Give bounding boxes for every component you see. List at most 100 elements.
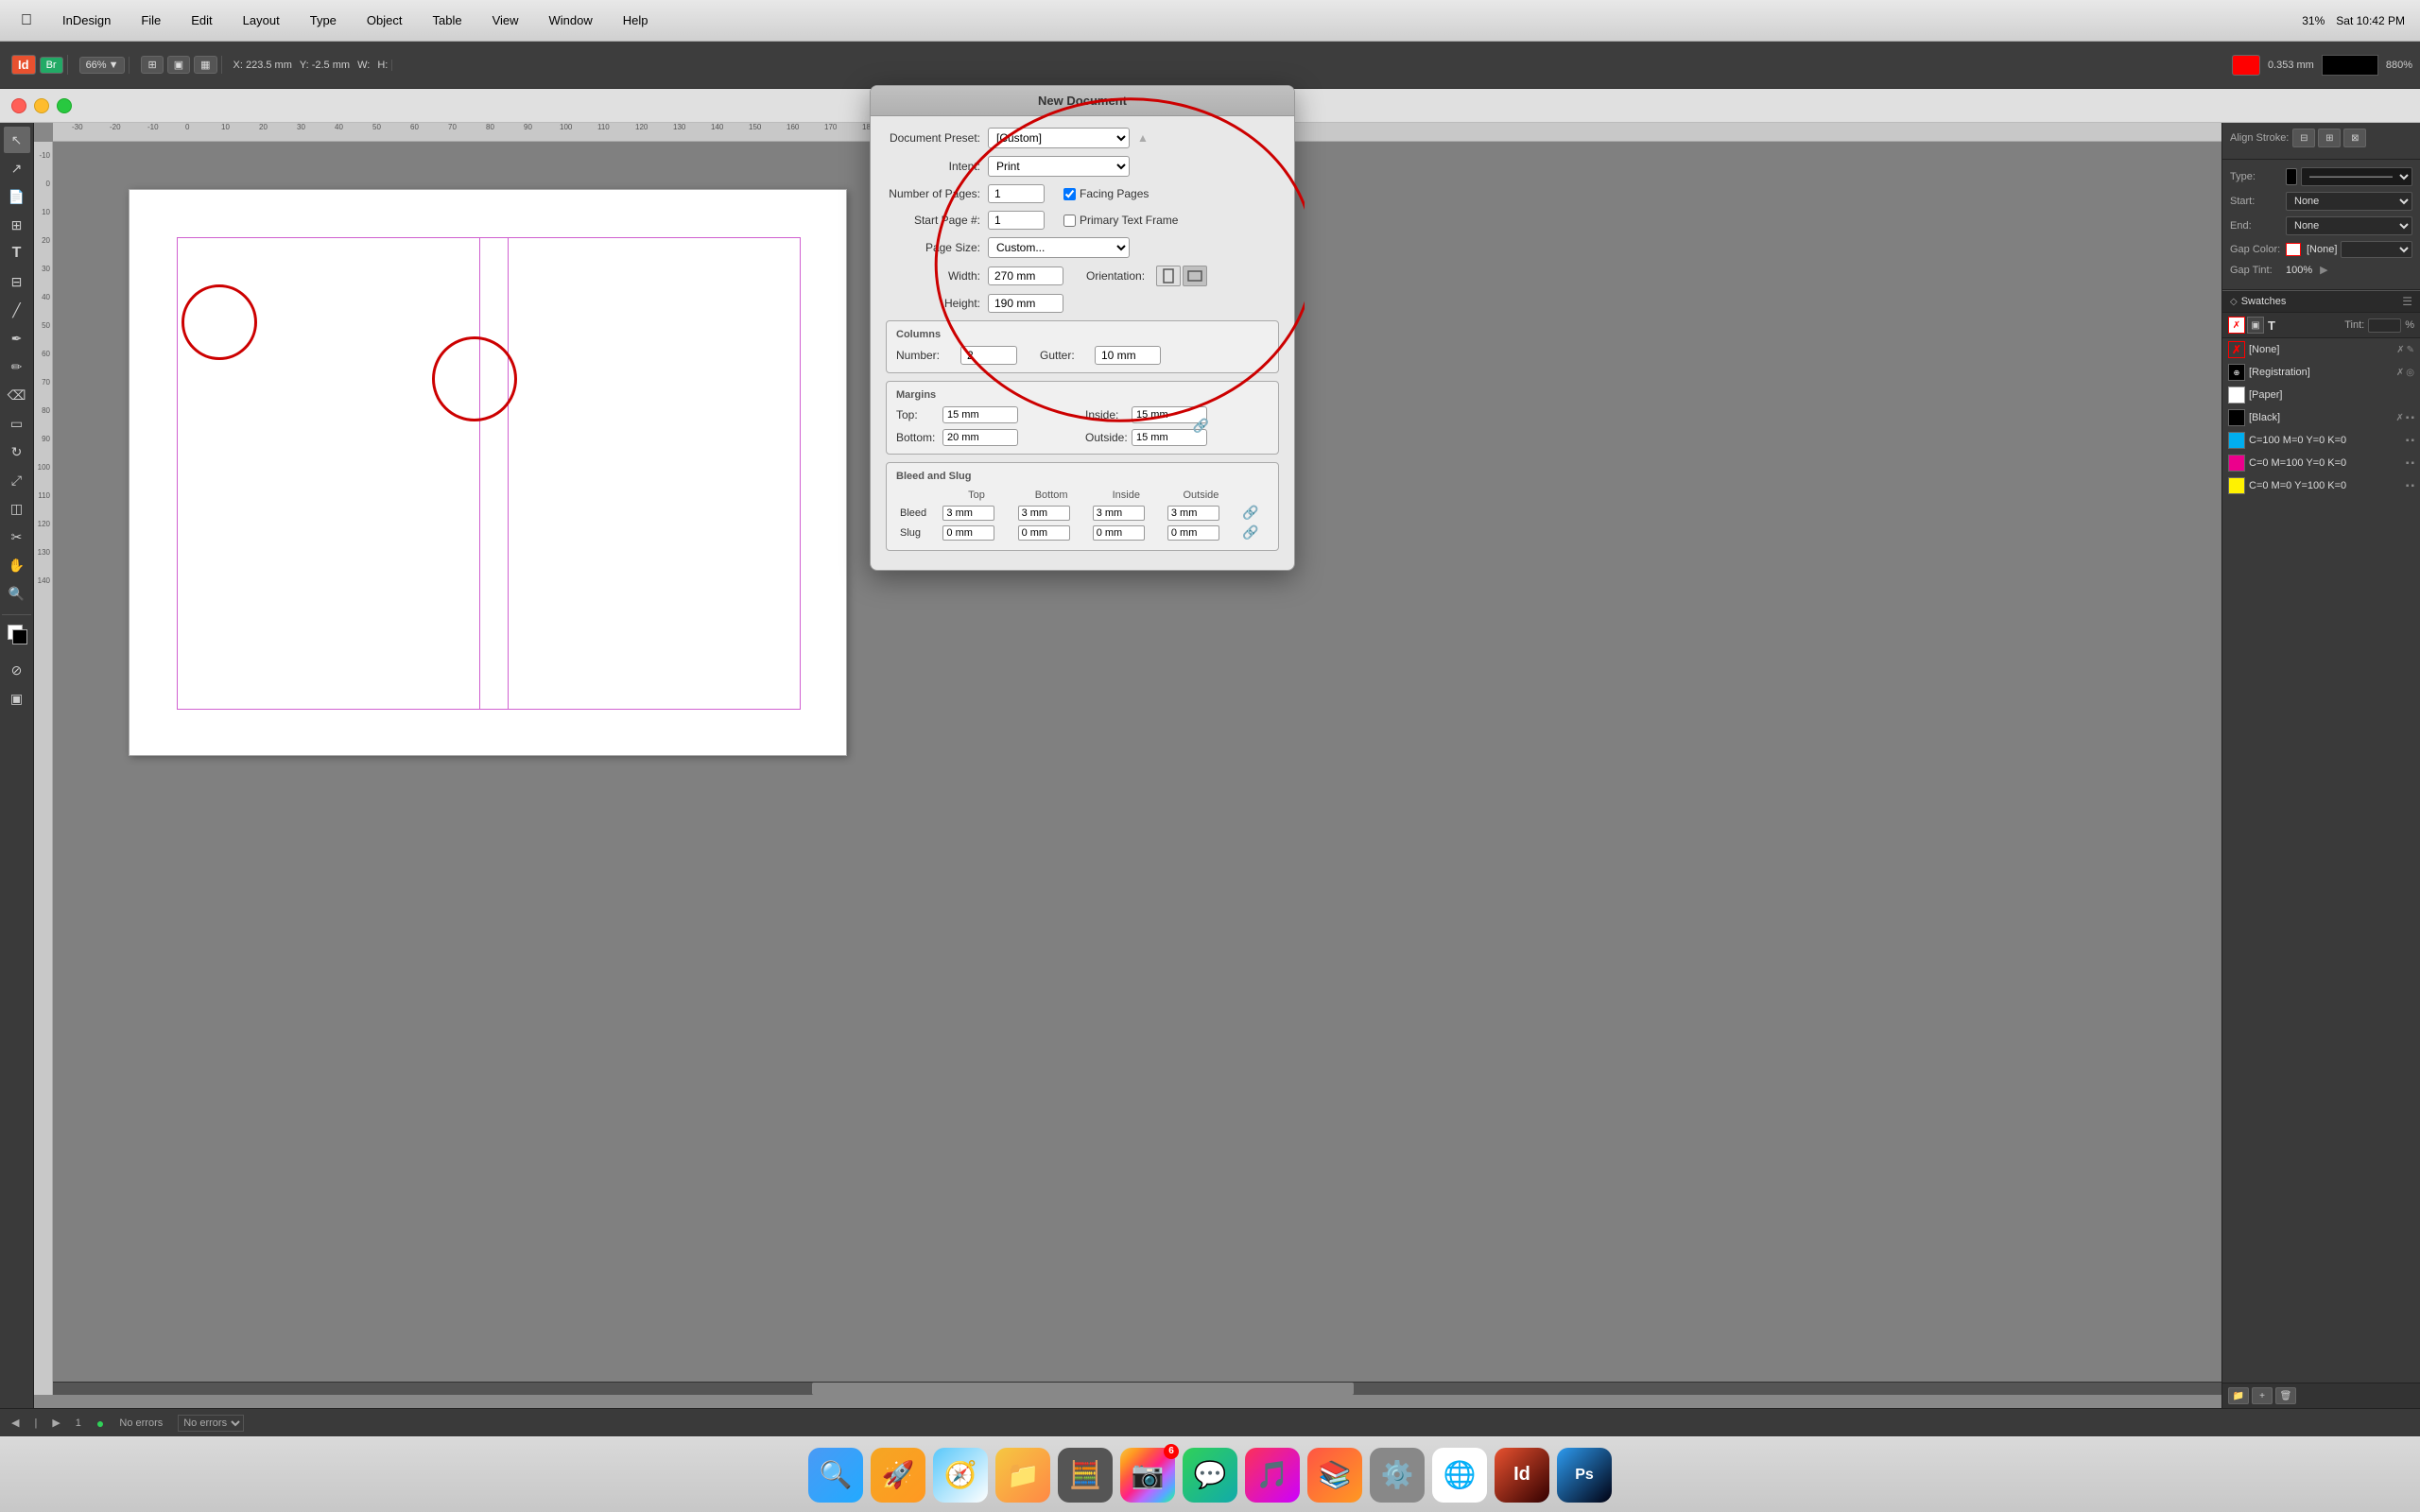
menu-table[interactable]: Table <box>426 11 467 29</box>
num-pages-input[interactable] <box>988 184 1045 203</box>
height-input[interactable] <box>988 294 1063 313</box>
dock-system-prefs[interactable]: ⚙️ <box>1370 1448 1425 1503</box>
dock-safari[interactable]: 🧭 <box>933 1448 988 1503</box>
swatch-item-registration[interactable]: ⊕ [Registration] ✗ ◎ <box>2222 361 2420 384</box>
tool-zoom[interactable]: 🔍 <box>4 580 30 607</box>
margins-link-icon[interactable]: 🔗 <box>1193 418 1209 434</box>
page-size-select[interactable]: Custom... <box>988 237 1130 258</box>
menu-edit[interactable]: Edit <box>185 11 217 29</box>
gap-color-select[interactable] <box>2341 241 2412 258</box>
slug-inside-input[interactable] <box>1093 525 1145 541</box>
tool-line[interactable]: ╱ <box>4 297 30 323</box>
tool-table[interactable]: ⊟ <box>4 268 30 295</box>
landscape-btn[interactable] <box>1183 266 1207 286</box>
bleed-bottom-input[interactable] <box>1018 506 1070 521</box>
swatch-item-none[interactable]: ✗ [None] ✗ ✎ <box>2222 338 2420 361</box>
indesign-icon[interactable]: Id <box>11 55 36 75</box>
h-scrollbar[interactable] <box>53 1382 2221 1395</box>
menu-object[interactable]: Object <box>361 11 408 29</box>
bleed-link-icon[interactable]: 🔗 <box>1242 505 1258 520</box>
align-center-btn[interactable]: ⊞ <box>2318 129 2341 147</box>
swatch-item-cyan[interactable]: C=100 M=0 Y=0 K=0 ▪ ▪ <box>2222 429 2420 452</box>
menu-indesign[interactable]: InDesign <box>57 11 116 29</box>
tool-hand[interactable]: ✋ <box>4 552 30 578</box>
columns-gutter-input[interactable] <box>1095 346 1161 365</box>
new-color-group-btn[interactable]: 📁 <box>2228 1387 2249 1404</box>
swatch-item-magenta[interactable]: C=0 M=100 Y=0 K=0 ▪ ▪ <box>2222 452 2420 474</box>
stroke-type-select[interactable]: ———————— <box>2301 167 2412 186</box>
slug-outside-input[interactable] <box>1167 525 1219 541</box>
slug-top-input[interactable] <box>942 525 994 541</box>
dock-messages[interactable]: 💬 <box>1183 1448 1237 1503</box>
tool-fill-stroke[interactable] <box>4 621 30 647</box>
dock-photoshop[interactable]: Ps <box>1557 1448 1612 1503</box>
page-nav-back[interactable]: ◀ <box>11 1417 19 1429</box>
menu-window[interactable]: Window <box>544 11 598 29</box>
tool-preview[interactable]: ▣ <box>4 685 30 712</box>
swatch-item-black[interactable]: [Black] ✗ ▪ ▪ <box>2222 406 2420 429</box>
gap-tint-arrow[interactable]: ▶ <box>2320 264 2327 276</box>
preset-select[interactable]: [Custom] <box>988 128 1130 148</box>
intent-select[interactable]: Print <box>988 156 1130 177</box>
tool-none[interactable]: ⊘ <box>4 657 30 683</box>
dock-files[interactable]: 📁 <box>995 1448 1050 1503</box>
view-mode-btn[interactable]: ⊞ <box>141 56 163 74</box>
view-mode-btn2[interactable]: ▣ <box>167 56 190 74</box>
start-page-input[interactable] <box>988 211 1045 230</box>
bleed-inside-input[interactable] <box>1093 506 1145 521</box>
swatch-fill-btn[interactable]: ✗ <box>2228 317 2245 334</box>
dock-books[interactable]: 📚 <box>1307 1448 1362 1503</box>
menu-file[interactable]: File <box>135 11 166 29</box>
menu-type[interactable]: Type <box>304 11 342 29</box>
columns-number-input[interactable] <box>960 346 1017 365</box>
dock-chrome[interactable]: 🌐 <box>1432 1448 1487 1503</box>
new-swatch-btn[interactable]: + <box>2252 1387 2273 1404</box>
margin-bottom-input[interactable] <box>942 429 1018 446</box>
maximize-button[interactable] <box>57 98 72 113</box>
tool-rotate[interactable]: ↻ <box>4 438 30 465</box>
align-outside-btn[interactable]: ⊠ <box>2343 129 2366 147</box>
primary-text-checkbox[interactable] <box>1063 215 1076 227</box>
zoom-selector[interactable]: 66% ▼ <box>79 57 126 74</box>
swatches-collapse-icon[interactable]: ◇ <box>2230 297 2238 307</box>
tool-select[interactable]: ↖ <box>4 127 30 153</box>
swatch-item-paper[interactable]: [Paper] <box>2222 384 2420 406</box>
facing-pages-checkbox[interactable] <box>1063 188 1076 200</box>
dock-launchpad[interactable]: 🚀 <box>871 1448 925 1503</box>
tool-scale[interactable]: ⤢ <box>4 467 30 493</box>
dock-itunes[interactable]: 🎵 <box>1245 1448 1300 1503</box>
apple-menu[interactable]:  <box>15 10 38 31</box>
tool-direct-select[interactable]: ↗ <box>4 155 30 181</box>
stroke-color-btn[interactable] <box>2232 55 2260 76</box>
dock-calculator[interactable]: 🧮 <box>1058 1448 1113 1503</box>
align-inside-btn[interactable]: ⊟ <box>2292 129 2315 147</box>
tool-pen[interactable]: ✒ <box>4 325 30 352</box>
stroke-end-select[interactable]: None <box>2286 216 2412 235</box>
h-scrollbar-thumb[interactable] <box>812 1383 1355 1395</box>
swatch-text-mode[interactable]: T <box>2268 318 2275 333</box>
dock-indesign[interactable]: Id <box>1495 1448 1549 1503</box>
tool-scissors[interactable]: ✂ <box>4 524 30 550</box>
minimize-button[interactable] <box>34 98 49 113</box>
slug-link-icon[interactable]: 🔗 <box>1242 524 1258 540</box>
bleed-outside-input[interactable] <box>1167 506 1219 521</box>
gap-color-swatch[interactable] <box>2286 243 2301 256</box>
portrait-btn[interactable] <box>1156 266 1181 286</box>
tool-rect[interactable]: ▭ <box>4 410 30 437</box>
swatch-fill-none-btn[interactable]: ▣ <box>2247 317 2264 334</box>
width-input[interactable] <box>988 266 1063 285</box>
bridge-button[interactable]: Br <box>40 57 63 74</box>
bleed-top-input[interactable] <box>942 506 994 521</box>
tint-input[interactable] <box>2368 318 2401 333</box>
menu-help[interactable]: Help <box>617 11 654 29</box>
tool-eraser[interactable]: ⌫ <box>4 382 30 408</box>
tool-gap[interactable]: ⊞ <box>4 212 30 238</box>
preflight-select[interactable]: No errors <box>178 1415 244 1432</box>
tool-gradient[interactable]: ◫ <box>4 495 30 522</box>
swatches-panel-menu[interactable]: ☰ <box>2402 295 2412 308</box>
margin-top-input[interactable] <box>942 406 1018 423</box>
view-mode-btn3[interactable]: ▦ <box>194 56 216 74</box>
stroke-start-select[interactable]: None <box>2286 192 2412 211</box>
close-button[interactable] <box>11 98 26 113</box>
page-nav-fwd[interactable]: ▶ <box>52 1417 60 1429</box>
